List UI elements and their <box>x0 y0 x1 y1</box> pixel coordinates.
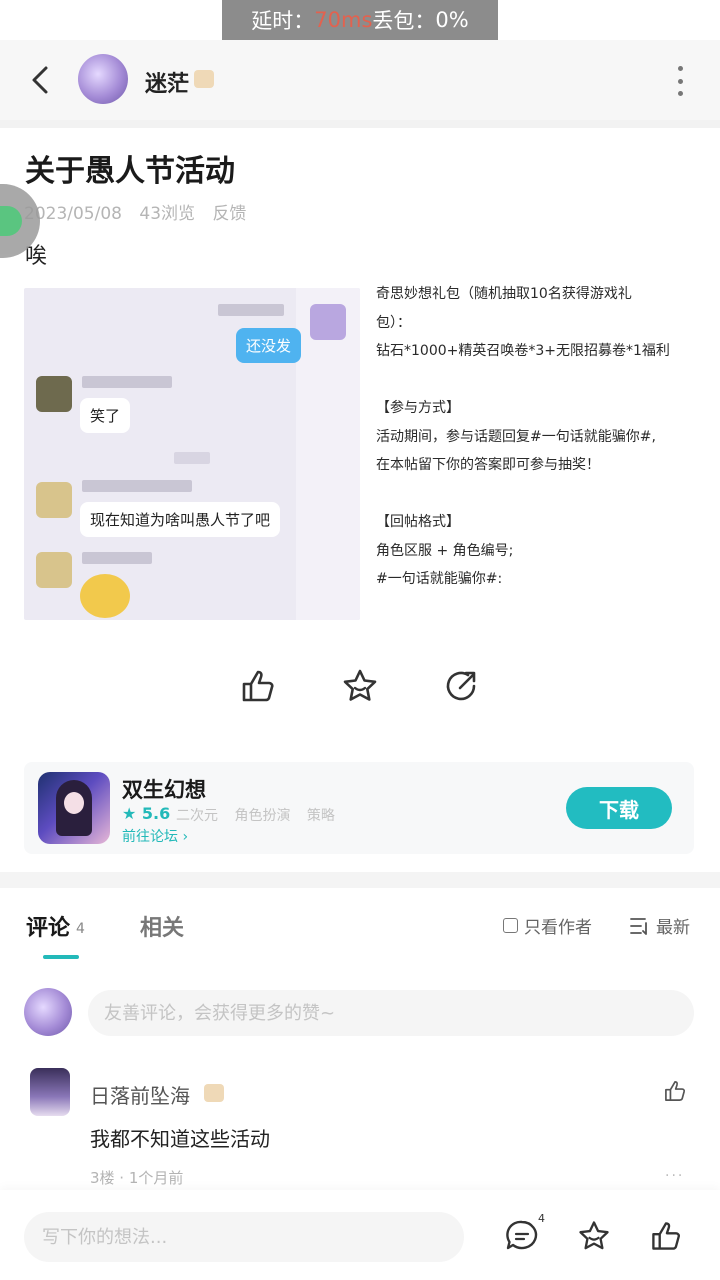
comment-text: 我都不知道这些活动 <box>90 1127 270 1151</box>
game-score-value: 5.6 <box>141 804 171 823</box>
thumbs-up-icon[interactable] <box>648 1218 684 1254</box>
tab-comments-label: 评论 <box>26 916 71 941</box>
post-views: 43浏览 <box>139 204 196 224</box>
rules-line: 活动期间，参与话题回复#一句话就能骗你#, <box>376 428 656 445</box>
star-icon[interactable] <box>340 666 380 706</box>
share-icon[interactable] <box>442 666 482 706</box>
chat-bubble: 笑了 <box>80 398 131 433</box>
chat-bubble: 还没发 <box>236 328 302 363</box>
name-tag <box>82 480 192 492</box>
post-actions <box>0 666 720 710</box>
rules-line: 角色区服 + 角色编号; <box>376 542 514 559</box>
thumbs-up-icon[interactable] <box>662 1078 688 1104</box>
rules-line: 钻石*1000+精英召唤卷*3+无限招募卷*1福利 <box>376 343 670 359</box>
level-badge-icon <box>204 1084 224 1102</box>
bottom-bar: 4 <box>0 1190 720 1280</box>
chat-avatar <box>36 376 72 412</box>
sort-icon <box>630 917 650 935</box>
my-avatar <box>24 988 72 1036</box>
more-vertical-icon[interactable] <box>676 66 684 96</box>
section-divider <box>0 872 720 888</box>
comment-more-icon[interactable]: ··· <box>665 1168 684 1184</box>
loss-label: 丢包： <box>372 9 436 33</box>
time-tag <box>174 452 210 464</box>
loss-value: 0% <box>435 8 469 32</box>
tab-related[interactable]: 相关 <box>140 910 184 942</box>
game-icon[interactable] <box>38 772 110 844</box>
chat-avatar <box>36 552 72 588</box>
chat-avatar <box>36 482 72 518</box>
game-tag: 角色扮演 <box>234 808 291 824</box>
comment-meta: 3楼 · 1个月前 <box>90 1169 184 1187</box>
thumbs-up-icon[interactable] <box>238 666 278 706</box>
back-arrow-icon[interactable] <box>26 62 56 98</box>
divider <box>0 120 720 128</box>
star-icon[interactable] <box>576 1218 612 1254</box>
download-button[interactable]: 下载 <box>566 787 672 829</box>
post-image[interactable]: 还没发 笑了 现在知道为啥叫愚人节了吧 <box>24 288 360 620</box>
commenter-avatar[interactable] <box>30 1068 70 1116</box>
post-category[interactable]: 反馈 <box>212 204 246 224</box>
sort-label: 最新 <box>656 918 690 938</box>
game-tag: 策略 <box>306 808 335 824</box>
rules-line: #一句话就能骗你#: <box>376 571 503 587</box>
only-author-toggle[interactable]: 只看作者 <box>503 913 592 938</box>
game-tags: 二次元 角色扮演 策略 <box>176 805 347 825</box>
top-bar: 迷茫 <box>0 40 720 120</box>
rules-line: 奇思妙想礼包（随机抽取10名获得游戏礼 <box>376 286 632 302</box>
post-title: 关于愚人节活动 <box>25 154 235 189</box>
name-tag <box>82 376 172 388</box>
comment-icon[interactable] <box>504 1218 540 1254</box>
rules-line: 【回帖格式】 <box>376 514 460 530</box>
latency-overlay: 延时： 70ms 丢包： 0% <box>222 0 498 40</box>
write-input[interactable] <box>24 1212 464 1262</box>
name-tag <box>218 304 284 316</box>
level-badge-icon <box>194 70 214 88</box>
name-tag <box>82 552 152 564</box>
rules-line <box>376 366 696 395</box>
comment-count: 4 <box>76 921 85 937</box>
emoji-sticker-icon <box>80 574 130 618</box>
game-score: ★ 5.6 <box>122 804 170 823</box>
game-card[interactable]: 双生幻想 ★ 5.6 二次元 角色扮演 策略 前往论坛 › 下载 <box>24 762 694 854</box>
latency-label: 延时： <box>251 9 315 33</box>
rules-line <box>376 480 696 509</box>
sort-button[interactable]: 最新 <box>630 913 690 938</box>
chat-avatar <box>310 304 346 340</box>
game-tag: 二次元 <box>176 808 218 824</box>
star-icon: ★ <box>122 804 137 823</box>
rules-line: 在本帖留下你的答案即可参与抽奖！ <box>376 457 600 473</box>
commenter-name[interactable]: 日落前坠海 <box>90 1080 190 1109</box>
active-tab-indicator <box>43 955 79 959</box>
forum-link[interactable]: 前往论坛 › <box>122 826 188 846</box>
author-name[interactable]: 迷茫 <box>145 66 189 98</box>
checkbox-icon[interactable] <box>503 918 518 933</box>
chat-bubble: 现在知道为啥叫愚人节了吧 <box>80 502 281 537</box>
comment-count-badge: 4 <box>538 1212 545 1225</box>
game-name: 双生幻想 <box>122 778 206 802</box>
rules-text: 奇思妙想礼包（随机抽取10名获得游戏礼 包）： 钻石*1000+精英召唤卷*3+… <box>376 280 696 594</box>
rules-line: 【参与方式】 <box>376 400 460 416</box>
latency-value: 70ms <box>314 8 373 32</box>
author-avatar[interactable] <box>78 54 128 104</box>
rules-line: 包）： <box>376 314 411 331</box>
comment-input[interactable] <box>88 990 694 1036</box>
only-author-label: 只看作者 <box>524 918 592 938</box>
post-meta: 2023/05/08 43浏览 反馈 <box>24 199 258 224</box>
tab-comments[interactable]: 评论 4 <box>26 910 85 942</box>
